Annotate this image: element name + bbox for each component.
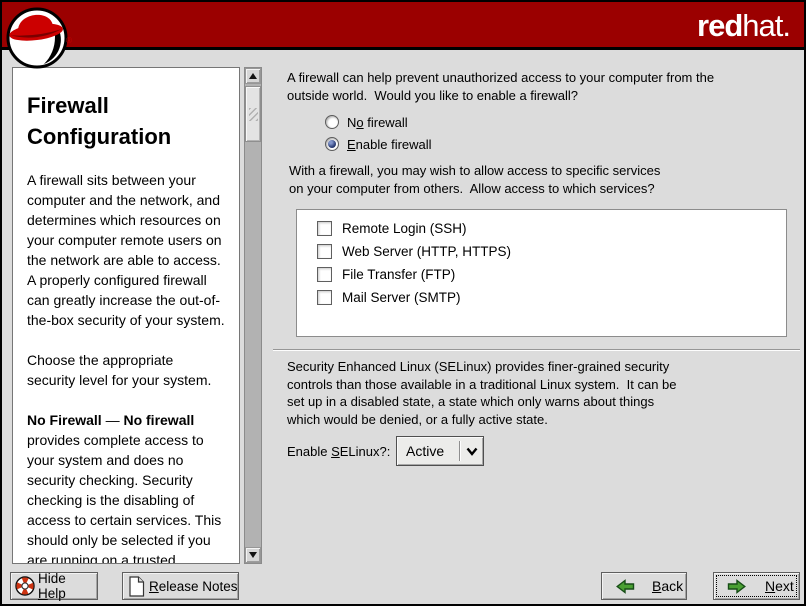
chevron-down-icon: [461, 447, 483, 456]
button-label: Next: [765, 578, 794, 594]
lifebuoy-icon: [14, 575, 36, 597]
document-icon: [128, 576, 145, 597]
release-notes-button[interactable]: Release Notes: [122, 572, 239, 600]
help-scrollbar[interactable]: [244, 67, 262, 564]
radio-label: Enable firewall: [347, 137, 432, 152]
scrollbar-thumb[interactable]: [245, 86, 261, 142]
help-paragraph-2: Choose the appropriate security level fo…: [27, 350, 231, 390]
horizontal-separator: [273, 349, 800, 351]
hide-help-button[interactable]: Hide Help: [10, 572, 98, 600]
button-label: Hide Help: [38, 571, 97, 601]
service-label: Remote Login (SSH): [342, 221, 467, 236]
radio-control: [325, 115, 339, 129]
selinux-description: Security Enhanced Linux (SELinux) provid…: [287, 358, 677, 428]
selinux-dropdown-label: Enable SELinux?:: [287, 444, 390, 459]
radio-enable-firewall[interactable]: Enable firewall: [325, 135, 432, 153]
service-row-smtp: Mail Server (SMTP): [317, 286, 786, 309]
help-paragraph-3: No Firewall — No firewall provides compl…: [27, 410, 231, 564]
help-panel: Firewall Configuration A firewall sits b…: [12, 67, 240, 564]
dropdown-value: Active: [397, 443, 459, 459]
registered-trademark: ®: [66, 36, 72, 45]
arrow-up-icon: [249, 73, 257, 79]
help-title: Firewall Configuration: [27, 90, 231, 152]
radio-label: No firewall: [347, 115, 408, 130]
radio-control-selected: [325, 137, 339, 151]
brand-regular: hat: [742, 8, 782, 43]
installer-window: redhat. ® Firewall Configuration A firew…: [0, 0, 806, 606]
brand-bold: red: [697, 8, 742, 43]
brand-period: .: [782, 8, 790, 43]
service-row-http: Web Server (HTTP, HTTPS): [317, 240, 786, 263]
redhat-shadowman-logo-icon: [6, 4, 68, 77]
header-banner: redhat.: [2, 2, 804, 50]
service-row-ssh: Remote Login (SSH): [317, 217, 786, 240]
checkbox-file-transfer-ftp[interactable]: [317, 267, 332, 282]
arrow-down-icon: [249, 552, 257, 558]
services-intro-text: With a firewall, you may wish to allow a…: [289, 162, 660, 198]
redhat-logotype: redhat.: [697, 6, 790, 46]
scroll-down-button[interactable]: [245, 547, 261, 563]
scroll-up-button[interactable]: [245, 68, 261, 84]
service-label: Mail Server (SMTP): [342, 290, 461, 305]
services-list: Remote Login (SSH) Web Server (HTTP, HTT…: [296, 209, 787, 337]
next-button[interactable]: Next: [713, 572, 800, 600]
help-paragraph-1: A firewall sits between your computer an…: [27, 170, 231, 330]
button-label: Release Notes: [149, 579, 238, 594]
checkbox-web-server-http[interactable]: [317, 244, 332, 259]
firewall-intro-text: A firewall can help prevent unauthorized…: [287, 69, 714, 105]
button-label: Back: [652, 578, 683, 594]
arrow-left-icon: [616, 578, 635, 595]
selinux-dropdown[interactable]: Active: [396, 436, 484, 466]
checkbox-mail-server-smtp[interactable]: [317, 290, 332, 305]
checkbox-remote-login-ssh[interactable]: [317, 221, 332, 236]
help-text: Firewall Configuration A firewall sits b…: [13, 68, 239, 564]
service-label: File Transfer (FTP): [342, 267, 455, 282]
back-button[interactable]: Back: [601, 572, 687, 600]
service-label: Web Server (HTTP, HTTPS): [342, 244, 511, 259]
radio-no-firewall[interactable]: No firewall: [325, 113, 408, 131]
no-firewall-heading: No Firewall — No firewall: [27, 410, 231, 430]
service-row-ftp: File Transfer (FTP): [317, 263, 786, 286]
arrow-right-icon: [727, 578, 746, 595]
